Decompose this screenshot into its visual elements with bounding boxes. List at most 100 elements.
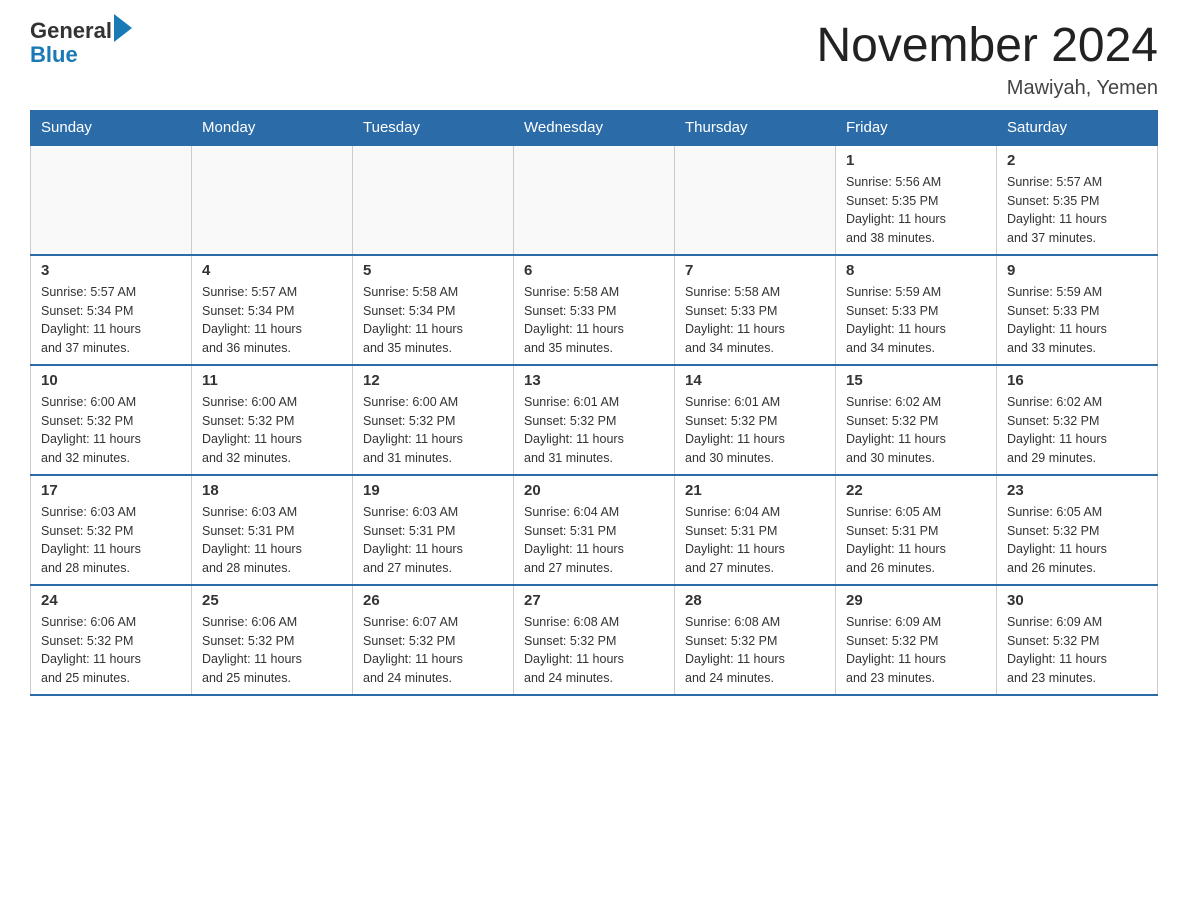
calendar-cell: 19 Sunrise: 6:03 AM Sunset: 5:31 PM Dayli… (353, 475, 514, 585)
calendar-week-5: 24 Sunrise: 6:06 AM Sunset: 5:32 PM Dayli… (31, 585, 1158, 695)
calendar-cell (353, 145, 514, 255)
day-info: Sunrise: 5:58 AM Sunset: 5:34 PM Dayligh… (363, 283, 503, 358)
calendar-week-4: 17Sunrise: 6:03 AM Sunset: 5:32 PM Dayli… (31, 475, 1158, 585)
day-number: 9 (1007, 262, 1147, 279)
day-info: Sunrise: 6:07 AM Sunset: 5:32 PM Dayligh… (363, 613, 503, 688)
calendar-cell: 10Sunrise: 6:00 AM Sunset: 5:32 PM Dayli… (31, 365, 192, 475)
calendar-cell: 21 Sunrise: 6:04 AM Sunset: 5:31 PM Dayli… (675, 475, 836, 585)
calendar-cell: 14Sunrise: 6:01 AM Sunset: 5:32 PM Dayli… (675, 365, 836, 475)
day-number: 4 (202, 262, 342, 279)
day-info: Sunrise: 6:03 AM Sunset: 5:31 PM Dayligh… (363, 503, 503, 578)
calendar-table: SundayMondayTuesdayWednesdayThursdayFrid… (30, 110, 1158, 696)
day-number: 23 (1007, 482, 1147, 499)
day-number: 24 (41, 592, 181, 609)
calendar-cell: 22 Sunrise: 6:05 AM Sunset: 5:31 PM Dayli… (836, 475, 997, 585)
day-number: 16 (1007, 372, 1147, 389)
day-number: 2 (1007, 152, 1147, 169)
day-number: 12 (363, 372, 503, 389)
day-number: 8 (846, 262, 986, 279)
calendar-cell: 5 Sunrise: 5:58 AM Sunset: 5:34 PM Daylig… (353, 255, 514, 365)
day-info: Sunrise: 6:05 AM Sunset: 5:32 PM Dayligh… (1007, 503, 1147, 578)
calendar-cell: 1Sunrise: 5:56 AM Sunset: 5:35 PM Daylig… (836, 145, 997, 255)
calendar-cell: 23 Sunrise: 6:05 AM Sunset: 5:32 PM Dayli… (997, 475, 1158, 585)
day-info: Sunrise: 6:03 AM Sunset: 5:31 PM Dayligh… (202, 503, 342, 578)
day-number: 11 (202, 372, 342, 389)
calendar-cell: 2Sunrise: 5:57 AM Sunset: 5:35 PM Daylig… (997, 145, 1158, 255)
calendar-header-saturday: Saturday (997, 110, 1158, 145)
calendar-cell: 17Sunrise: 6:03 AM Sunset: 5:32 PM Dayli… (31, 475, 192, 585)
day-number: 7 (685, 262, 825, 279)
calendar-cell: 15 Sunrise: 6:02 AM Sunset: 5:32 PM Dayli… (836, 365, 997, 475)
calendar-cell: 4 Sunrise: 5:57 AM Sunset: 5:34 PM Daylig… (192, 255, 353, 365)
day-number: 21 (685, 482, 825, 499)
day-info: Sunrise: 6:04 AM Sunset: 5:31 PM Dayligh… (685, 503, 825, 578)
day-number: 27 (524, 592, 664, 609)
day-info: Sunrise: 5:57 AM Sunset: 5:34 PM Dayligh… (202, 283, 342, 358)
month-title: November 2024 (816, 20, 1158, 73)
calendar-header-monday: Monday (192, 110, 353, 145)
calendar-cell: 9 Sunrise: 5:59 AM Sunset: 5:33 PM Daylig… (997, 255, 1158, 365)
calendar-cell: 8 Sunrise: 5:59 AM Sunset: 5:33 PM Daylig… (836, 255, 997, 365)
day-info: Sunrise: 6:00 AM Sunset: 5:32 PM Dayligh… (363, 393, 503, 468)
logo-blue-text: Blue (30, 42, 78, 68)
day-info: Sunrise: 5:59 AM Sunset: 5:33 PM Dayligh… (1007, 283, 1147, 358)
day-info: Sunrise: 6:05 AM Sunset: 5:31 PM Dayligh… (846, 503, 986, 578)
day-info: Sunrise: 5:58 AM Sunset: 5:33 PM Dayligh… (685, 283, 825, 358)
day-info: Sunrise: 6:04 AM Sunset: 5:31 PM Dayligh… (524, 503, 664, 578)
day-number: 3 (41, 262, 181, 279)
calendar-header-tuesday: Tuesday (353, 110, 514, 145)
title-section: November 2024 Mawiyah, Yemen (816, 20, 1158, 100)
day-number: 13 (524, 372, 664, 389)
day-info: Sunrise: 6:00 AM Sunset: 5:32 PM Dayligh… (202, 393, 342, 468)
calendar-cell: 13 Sunrise: 6:01 AM Sunset: 5:32 PM Dayli… (514, 365, 675, 475)
calendar-cell (192, 145, 353, 255)
day-info: Sunrise: 6:06 AM Sunset: 5:32 PM Dayligh… (202, 613, 342, 688)
day-info: Sunrise: 6:06 AM Sunset: 5:32 PM Dayligh… (41, 613, 181, 688)
day-info: Sunrise: 6:08 AM Sunset: 5:32 PM Dayligh… (685, 613, 825, 688)
page-header: General Blue November 2024 Mawiyah, Yeme… (30, 20, 1158, 100)
calendar-cell: 7 Sunrise: 5:58 AM Sunset: 5:33 PM Daylig… (675, 255, 836, 365)
calendar-cell: 29 Sunrise: 6:09 AM Sunset: 5:32 PM Dayli… (836, 585, 997, 695)
day-number: 17 (41, 482, 181, 499)
calendar-cell (31, 145, 192, 255)
day-info: Sunrise: 6:08 AM Sunset: 5:32 PM Dayligh… (524, 613, 664, 688)
day-info: Sunrise: 6:02 AM Sunset: 5:32 PM Dayligh… (1007, 393, 1147, 468)
day-info: Sunrise: 6:02 AM Sunset: 5:32 PM Dayligh… (846, 393, 986, 468)
calendar-header-wednesday: Wednesday (514, 110, 675, 145)
calendar-week-1: 1Sunrise: 5:56 AM Sunset: 5:35 PM Daylig… (31, 145, 1158, 255)
logo-arrow-icon (114, 14, 132, 42)
calendar-cell: 6Sunrise: 5:58 AM Sunset: 5:33 PM Daylig… (514, 255, 675, 365)
calendar-week-2: 3 Sunrise: 5:57 AM Sunset: 5:34 PM Daylig… (31, 255, 1158, 365)
day-number: 18 (202, 482, 342, 499)
calendar-cell: 24 Sunrise: 6:06 AM Sunset: 5:32 PM Dayli… (31, 585, 192, 695)
day-info: Sunrise: 6:00 AM Sunset: 5:32 PM Dayligh… (41, 393, 181, 468)
calendar-cell: 16 Sunrise: 6:02 AM Sunset: 5:32 PM Dayli… (997, 365, 1158, 475)
day-number: 15 (846, 372, 986, 389)
day-info: Sunrise: 6:01 AM Sunset: 5:32 PM Dayligh… (524, 393, 664, 468)
day-info: Sunrise: 6:09 AM Sunset: 5:32 PM Dayligh… (1007, 613, 1147, 688)
logo: General Blue (30, 20, 132, 68)
calendar-cell: 20Sunrise: 6:04 AM Sunset: 5:31 PM Dayli… (514, 475, 675, 585)
day-number: 29 (846, 592, 986, 609)
day-number: 30 (1007, 592, 1147, 609)
day-number: 5 (363, 262, 503, 279)
logo-general-text: General (30, 20, 112, 42)
calendar-cell: 30 Sunrise: 6:09 AM Sunset: 5:32 PM Dayli… (997, 585, 1158, 695)
calendar-header-row: SundayMondayTuesdayWednesdayThursdayFrid… (31, 110, 1158, 145)
calendar-cell (514, 145, 675, 255)
day-info: Sunrise: 6:09 AM Sunset: 5:32 PM Dayligh… (846, 613, 986, 688)
day-number: 19 (363, 482, 503, 499)
day-number: 25 (202, 592, 342, 609)
calendar-cell: 25 Sunrise: 6:06 AM Sunset: 5:32 PM Dayli… (192, 585, 353, 695)
day-number: 22 (846, 482, 986, 499)
calendar-week-3: 10Sunrise: 6:00 AM Sunset: 5:32 PM Dayli… (31, 365, 1158, 475)
calendar-cell: 27 Sunrise: 6:08 AM Sunset: 5:32 PM Dayli… (514, 585, 675, 695)
calendar-header-thursday: Thursday (675, 110, 836, 145)
day-number: 28 (685, 592, 825, 609)
day-number: 26 (363, 592, 503, 609)
calendar-cell: 11 Sunrise: 6:00 AM Sunset: 5:32 PM Dayli… (192, 365, 353, 475)
calendar-cell (675, 145, 836, 255)
day-info: Sunrise: 5:59 AM Sunset: 5:33 PM Dayligh… (846, 283, 986, 358)
calendar-cell: 18 Sunrise: 6:03 AM Sunset: 5:31 PM Dayli… (192, 475, 353, 585)
calendar-cell: 28 Sunrise: 6:08 AM Sunset: 5:32 PM Dayli… (675, 585, 836, 695)
